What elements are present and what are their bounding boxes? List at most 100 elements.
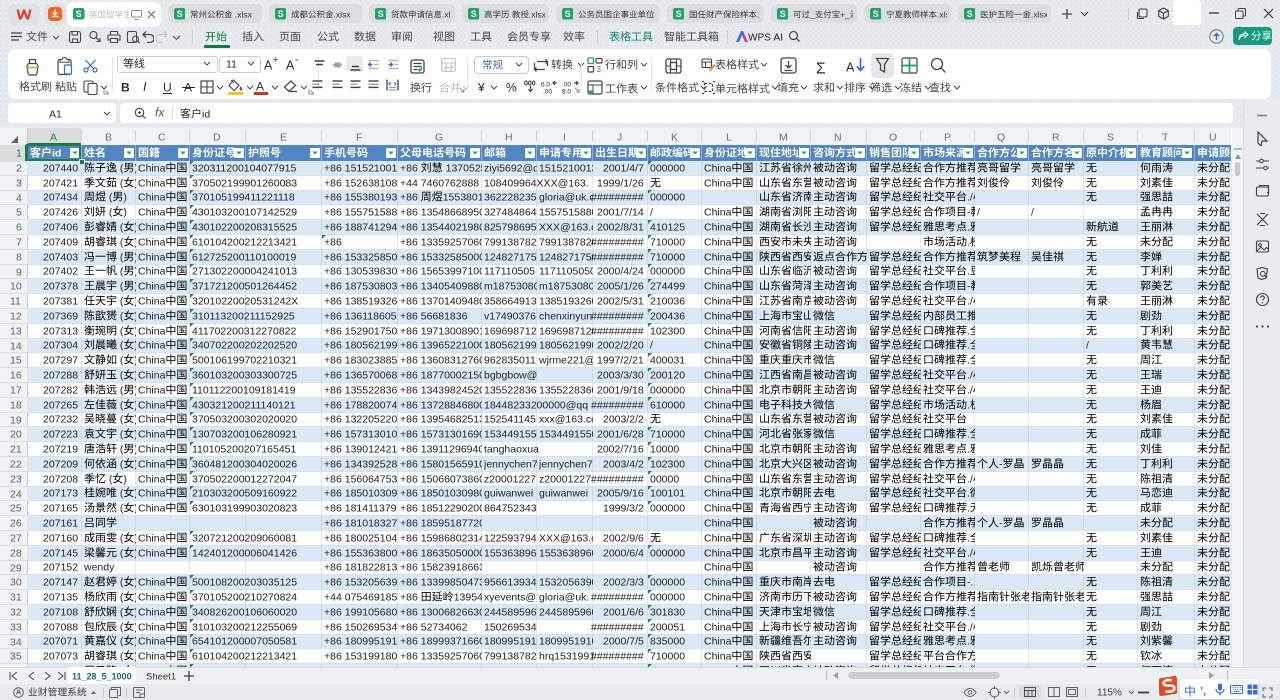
svg-text:000000: 000000 <box>650 266 685 278</box>
svg-text:(: ( <box>117 369 124 381</box>
svg-text:z20001227: z20001227 <box>539 473 591 485</box>
svg-text:10000: 10000 <box>650 443 679 455</box>
svg-text:): ) <box>134 384 136 396</box>
svg-text:153449155: 153449155 <box>484 429 537 441</box>
svg-text:(: ( <box>117 399 124 411</box>
svg-text:000000: 000000 <box>650 503 685 515</box>
svg-text:710000: 710000 <box>650 651 685 663</box>
svg-text:2445895960: 2445895960 <box>539 606 593 618</box>
svg-text:207421: 207421 <box>43 177 78 189</box>
svg-text:956613934: 956613934 <box>484 577 537 589</box>
svg-text:Σ: Σ <box>816 62 826 77</box>
svg-text:11_28_5_1000: 11_28_5_1000 <box>72 671 132 681</box>
svg-text:108409964XXX@163.: 108409964XXX@163. <box>484 177 589 189</box>
svg-text:1515210013: 1515210013 <box>539 162 593 174</box>
svg-text:): ) <box>134 325 136 337</box>
svg-text:+86 150269534: +86 150269534 <box>324 621 397 633</box>
svg-text:210303200509160922: 210303200509160922 <box>192 488 297 500</box>
svg-text:(: ( <box>117 355 124 367</box>
svg-text:+86 130539830: +86 130539830 <box>324 266 397 278</box>
svg-text:(: ( <box>117 414 124 426</box>
svg-text:S: S <box>564 9 570 19</box>
svg-text:124827175: 124827175 <box>484 251 537 263</box>
svg-text:.: . <box>967 325 970 337</box>
svg-text:S: S <box>966 9 972 19</box>
svg-text:799138782: 799138782 <box>484 651 537 663</box>
svg-text:): ) <box>123 207 127 219</box>
svg-text:1553638960: 1553638960 <box>539 547 593 559</box>
svg-text:.: . <box>967 636 970 648</box>
svg-text:): ) <box>134 369 136 381</box>
svg-text:+86 18512290200: +86 18512290200 <box>400 503 482 515</box>
svg-text:./: ./ <box>967 547 973 559</box>
svg-text:+86 13399850473: +86 13399850473 <box>400 577 482 589</box>
svg-text:207406: 207406 <box>43 221 78 233</box>
svg-text:+86 13954682513: +86 13954682513 <box>400 414 482 426</box>
svg-text:102300: 102300 <box>650 325 685 337</box>
svg-text:430103200107142529: 430103200107142529 <box>192 207 297 219</box>
svg-text:): ) <box>134 443 136 455</box>
svg-text:864752343: 864752343 <box>484 503 537 515</box>
svg-text:(: ( <box>117 591 124 603</box>
svg-text:(: ( <box>117 251 124 263</box>
svg-text:207434: 207434 <box>43 192 78 204</box>
svg-text:(: ( <box>117 221 124 233</box>
svg-text:207403: 207403 <box>43 251 78 263</box>
svg-text:207160: 207160 <box>43 532 78 544</box>
svg-text:(: ( <box>117 532 124 544</box>
svg-text:+86 181411379: +86 181411379 <box>324 503 397 515</box>
svg-text:+44 075469185: +44 075469185 <box>324 591 397 603</box>
svg-text:1171105050: 1171105050 <box>539 266 593 278</box>
svg-text:S: S <box>675 9 681 19</box>
svg-text:358664913: 358664913 <box>484 295 537 307</box>
svg-text:310113200211152925: 310113200211152925 <box>192 310 295 322</box>
svg-text:.: . <box>967 503 970 515</box>
svg-text:244589596: 244589596 <box>484 606 537 618</box>
svg-text:.: . <box>967 236 970 248</box>
svg-text:): ) <box>134 547 136 559</box>
svg-text:117110505: 117110505 <box>484 266 535 278</box>
svg-text:z20001227: z20001227 <box>484 473 536 485</box>
svg-text:370503200302020020: 370503200302020020 <box>192 414 297 426</box>
svg-text:500108200203035125: 500108200203035125 <box>192 577 297 589</box>
svg-text:): ) <box>134 621 136 633</box>
svg-text:207313: 207313 <box>43 325 78 337</box>
svg-text:+86 185010309: +86 185010309 <box>324 488 397 500</box>
svg-text:+86 157313010: +86 157313010 <box>324 429 397 441</box>
svg-text:S: S <box>470 9 476 19</box>
svg-text:327484864: 327484864 <box>484 207 537 219</box>
svg-text:): ) <box>134 310 136 322</box>
svg-text:S: S <box>277 9 283 19</box>
svg-text:): ) <box>134 636 136 648</box>
svg-text:-.: -. <box>967 577 973 589</box>
svg-text:+86 188741294: +86 188741294 <box>324 221 397 233</box>
svg-text:+86 13544021980: +86 13544021980 <box>400 221 482 233</box>
svg-text:+86 156064753: +86 156064753 <box>324 473 397 485</box>
svg-text:S: S <box>176 9 182 19</box>
svg-text:.xlsx: .xlsx <box>334 9 352 19</box>
svg-text:207282: 207282 <box>43 384 78 396</box>
svg-text:000000: 000000 <box>650 547 685 559</box>
svg-text:-: - <box>295 54 298 65</box>
svg-text:m18753080: m18753080 <box>539 281 593 293</box>
svg-text:chenxinyun: chenxinyun <box>539 310 592 322</box>
svg-text:+86 19713008901: +86 19713008901 <box>400 325 482 337</box>
svg-text:+86 152638108: +86 152638108 <box>324 177 397 189</box>
svg-text:.: . <box>967 532 970 544</box>
svg-text:(: ( <box>117 340 124 352</box>
svg-text:100101: 100101 <box>650 488 685 500</box>
svg-text:+86 13439824520: +86 13439824520 <box>400 384 482 396</box>
svg-text:id: id <box>202 109 210 121</box>
svg-text:207073: 207073 <box>43 651 78 663</box>
svg-text:799138782: 799138782 <box>484 236 537 248</box>
svg-text:207409: 207409 <box>43 236 78 248</box>
svg-text:301830: 301830 <box>650 606 685 618</box>
svg-text:gloria@uk.c: gloria@uk.c <box>539 192 593 204</box>
svg-text:.xlsx: .xlsx <box>529 9 545 19</box>
svg-text:): ) <box>134 162 136 174</box>
svg-text:(: ( <box>117 384 124 396</box>
svg-text:+86 13359257060: +86 13359257060 <box>400 651 482 663</box>
svg-text:+86 183023885: +86 183023885 <box>324 355 397 367</box>
svg-text:410125: 410125 <box>650 221 685 233</box>
svg-text:610000: 610000 <box>650 399 685 411</box>
